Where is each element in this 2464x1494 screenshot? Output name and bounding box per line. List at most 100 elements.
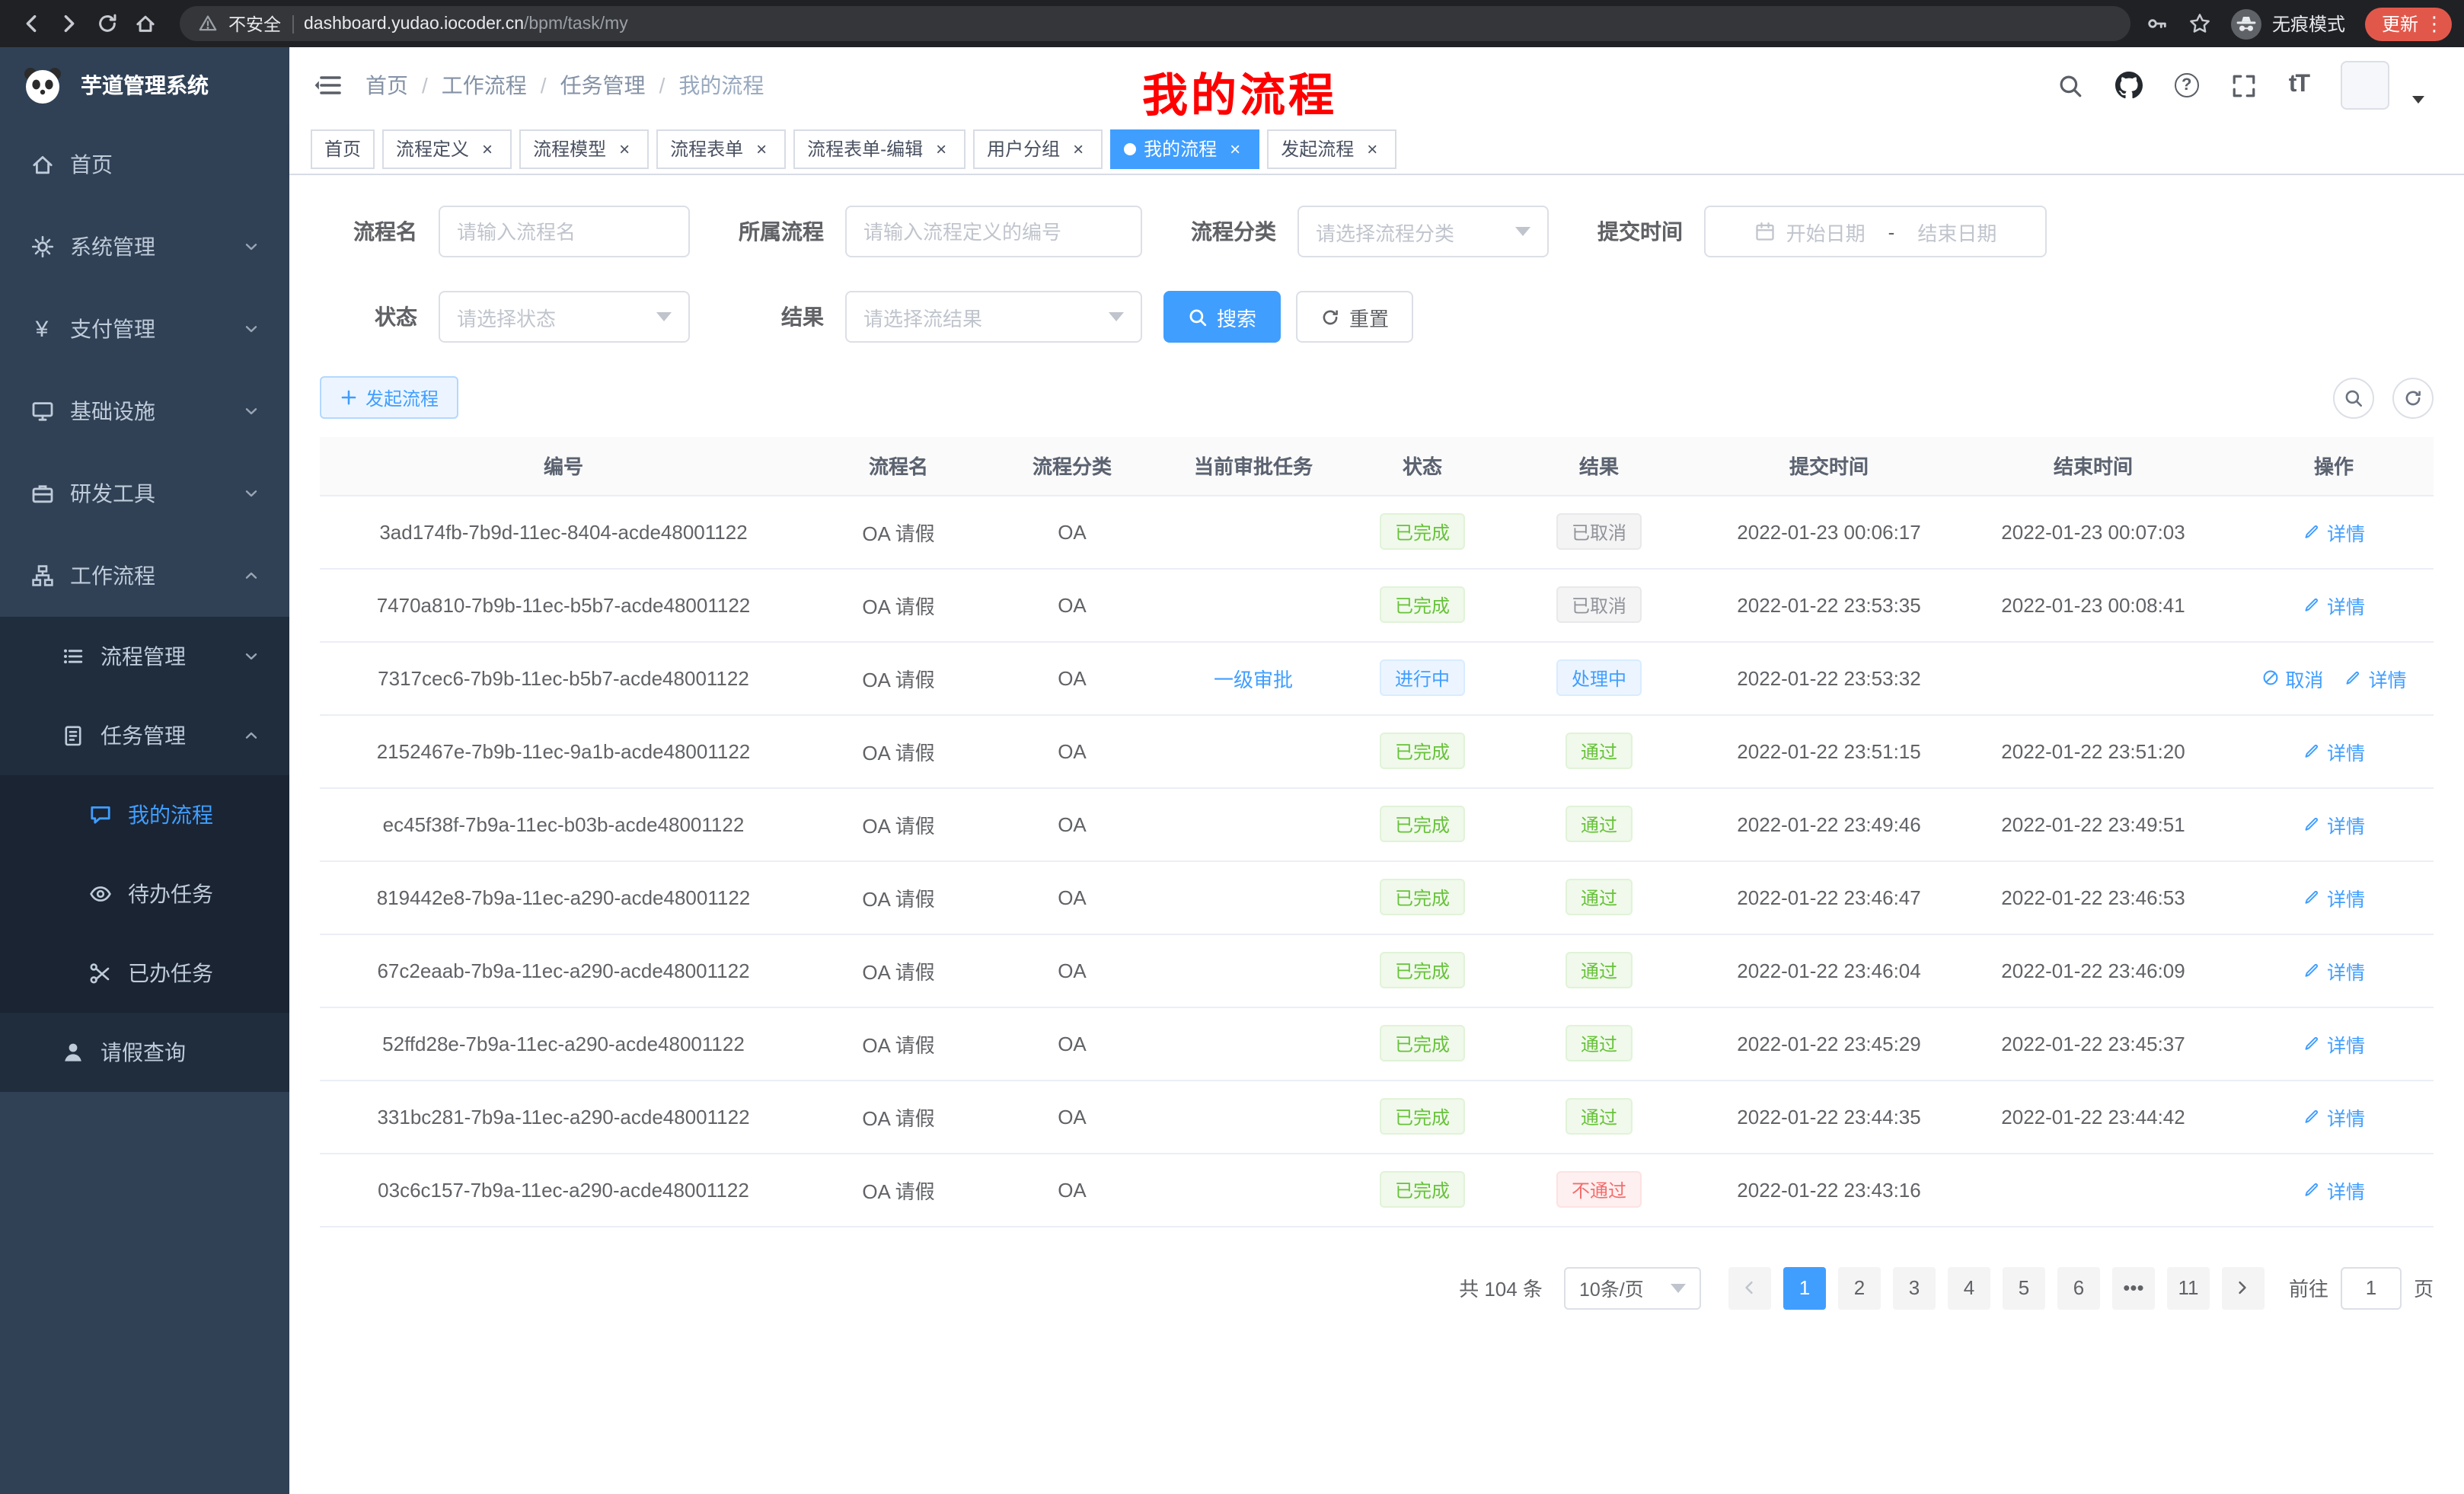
search-icon[interactable] — [2057, 72, 2083, 98]
tab-user-group[interactable]: 用户分组× — [973, 129, 1103, 168]
address-bar[interactable]: 不安全 dashboard.yudao.iocoder.cn/bpm/task/… — [180, 6, 2130, 41]
current-task-link[interactable]: 一级审批 — [1214, 668, 1293, 691]
sidebar-item-dev-tools[interactable]: 研发工具 — [0, 452, 289, 535]
sidebar-item-workflow[interactable]: 工作流程 — [0, 535, 289, 617]
tab-process-definition[interactable]: 流程定义× — [382, 129, 512, 168]
result-badge: 通过 — [1566, 733, 1633, 769]
status-badge: 已完成 — [1380, 952, 1465, 988]
sidebar-item-todo-tasks[interactable]: 待办任务 — [0, 854, 289, 934]
tab-start-process[interactable]: 发起流程× — [1267, 129, 1396, 168]
process-name-input[interactable] — [457, 220, 672, 243]
fullscreen-icon[interactable] — [2231, 72, 2257, 98]
prev-page-button[interactable] — [1728, 1266, 1771, 1309]
bookmark-star-icon[interactable] — [2188, 12, 2211, 35]
toggle-search-button[interactable] — [2333, 377, 2374, 418]
page-url: dashboard.yudao.iocoder.cn/bpm/task/my — [304, 14, 628, 33]
sidebar-item-my-process[interactable]: 我的流程 — [0, 775, 289, 854]
close-icon[interactable]: × — [477, 138, 498, 159]
kebab-menu-icon[interactable]: ⋮ — [2424, 14, 2444, 34]
table-header-row: 编号 流程名 流程分类 当前审批任务 状态 结果 提交时间 结束时间 操作 — [320, 437, 2434, 495]
tab-process-form-edit[interactable]: 流程表单-编辑× — [793, 129, 965, 168]
tab-home[interactable]: 首页 — [311, 129, 375, 168]
goto-label: 前往 — [2289, 1273, 2328, 1302]
more-pages-button[interactable]: ••• — [2112, 1266, 2155, 1309]
page-button-5[interactable]: 5 — [2003, 1266, 2045, 1309]
cell-end-time — [1952, 641, 2234, 714]
status-badge: 已完成 — [1380, 1098, 1465, 1135]
refresh-table-button[interactable] — [2392, 377, 2434, 418]
browser-back-button[interactable] — [12, 5, 50, 43]
sidebar-item-task-management[interactable]: 任务管理 — [0, 696, 289, 775]
goto-page-input[interactable] — [2341, 1266, 2402, 1309]
password-key-icon[interactable] — [2146, 12, 2169, 35]
search-button[interactable]: 搜索 — [1163, 291, 1281, 343]
reset-button[interactable]: 重置 — [1296, 291, 1413, 343]
col-submit-time: 提交时间 — [1706, 437, 1952, 495]
close-icon[interactable]: × — [751, 138, 772, 159]
page-button-1[interactable]: 1 — [1783, 1266, 1826, 1309]
page-button-6[interactable]: 6 — [2057, 1266, 2100, 1309]
detail-action[interactable]: 详情 — [2303, 1102, 2365, 1131]
next-page-button[interactable] — [2222, 1266, 2265, 1309]
page-button-11[interactable]: 11 — [2167, 1266, 2210, 1309]
result-select[interactable]: 请选择流结果 — [845, 291, 1142, 343]
detail-action[interactable]: 详情 — [2303, 809, 2365, 838]
page-button-2[interactable]: 2 — [1838, 1266, 1881, 1309]
detail-action[interactable]: 详情 — [2303, 883, 2365, 911]
close-icon[interactable]: × — [614, 138, 635, 159]
process-id-input[interactable] — [863, 220, 1124, 243]
browser-reload-button[interactable] — [88, 5, 126, 43]
cell-result: 已取消 — [1492, 495, 1706, 568]
annotation-overlay: 我的流程 — [1142, 58, 1337, 125]
close-icon[interactable]: × — [930, 138, 952, 159]
page-button-3[interactable]: 3 — [1893, 1266, 1936, 1309]
app-title: 芋道管理系统 — [81, 70, 209, 101]
detail-action[interactable]: 详情 — [2303, 1175, 2365, 1204]
close-icon[interactable]: × — [1068, 138, 1089, 159]
detail-action[interactable]: 详情 — [2344, 663, 2407, 692]
font-size-icon[interactable]: tT — [2289, 72, 2309, 99]
sidebar-item-system[interactable]: 系统管理 — [0, 206, 289, 288]
breadcrumb-item-task-management[interactable]: 任务管理 — [560, 70, 646, 101]
cancel-action[interactable]: 取消 — [2261, 663, 2323, 692]
close-icon[interactable]: × — [1224, 138, 1246, 159]
result-badge: 通过 — [1566, 1025, 1633, 1061]
github-icon[interactable] — [2115, 72, 2143, 99]
browser-forward-button[interactable] — [50, 5, 88, 43]
sidebar-item-done-tasks[interactable]: 已办任务 — [0, 934, 289, 1013]
cell-process-name: OA 请假 — [807, 568, 990, 641]
start-process-button[interactable]: 发起流程 — [320, 376, 458, 419]
detail-action[interactable]: 详情 — [2303, 517, 2365, 546]
sidebar-item-home[interactable]: 首页 — [0, 123, 289, 206]
update-button[interactable]: 更新 ⋮ — [2365, 7, 2452, 40]
app-logo[interactable]: 芋道管理系统 — [0, 47, 289, 123]
sidebar-item-process-management[interactable]: 流程管理 — [0, 617, 289, 696]
close-icon[interactable]: × — [1361, 138, 1383, 159]
sidebar-toggle-button[interactable] — [314, 73, 341, 97]
detail-action[interactable]: 详情 — [2303, 1029, 2365, 1058]
breadcrumb-item-home[interactable]: 首页 — [365, 70, 408, 101]
page-button-4[interactable]: 4 — [1948, 1266, 1990, 1309]
security-chip[interactable]: 不安全 — [228, 11, 281, 36]
avatar[interactable] — [2341, 61, 2389, 110]
date-range-picker[interactable]: 开始日期 - 结束日期 — [1704, 206, 2047, 257]
cell-end-time: 2022-01-23 00:08:41 — [1952, 568, 2234, 641]
breadcrumb-item-workflow[interactable]: 工作流程 — [442, 70, 527, 101]
tab-process-form[interactable]: 流程表单× — [656, 129, 786, 168]
category-select[interactable]: 请选择流程分类 — [1297, 206, 1549, 257]
page-size-select[interactable]: 10条/页 — [1564, 1266, 1701, 1309]
edit-icon — [2344, 669, 2363, 687]
avatar-caret-down-icon[interactable] — [2412, 95, 2424, 103]
detail-action[interactable]: 详情 — [2303, 956, 2365, 985]
detail-action[interactable]: 详情 — [2303, 736, 2365, 765]
cell-current-task — [1154, 860, 1352, 934]
detail-action[interactable]: 详情 — [2303, 590, 2365, 619]
browser-home-button[interactable] — [126, 5, 164, 43]
sidebar-item-infrastructure[interactable]: 基础设施 — [0, 370, 289, 452]
status-select[interactable]: 请选择状态 — [439, 291, 690, 343]
tab-process-model[interactable]: 流程模型× — [519, 129, 649, 168]
help-icon[interactable]: ? — [2175, 73, 2199, 97]
sidebar-item-leave-query[interactable]: 请假查询 — [0, 1013, 289, 1092]
tab-my-process[interactable]: 我的流程× — [1110, 129, 1259, 168]
sidebar-item-payment[interactable]: ¥ 支付管理 — [0, 288, 289, 370]
